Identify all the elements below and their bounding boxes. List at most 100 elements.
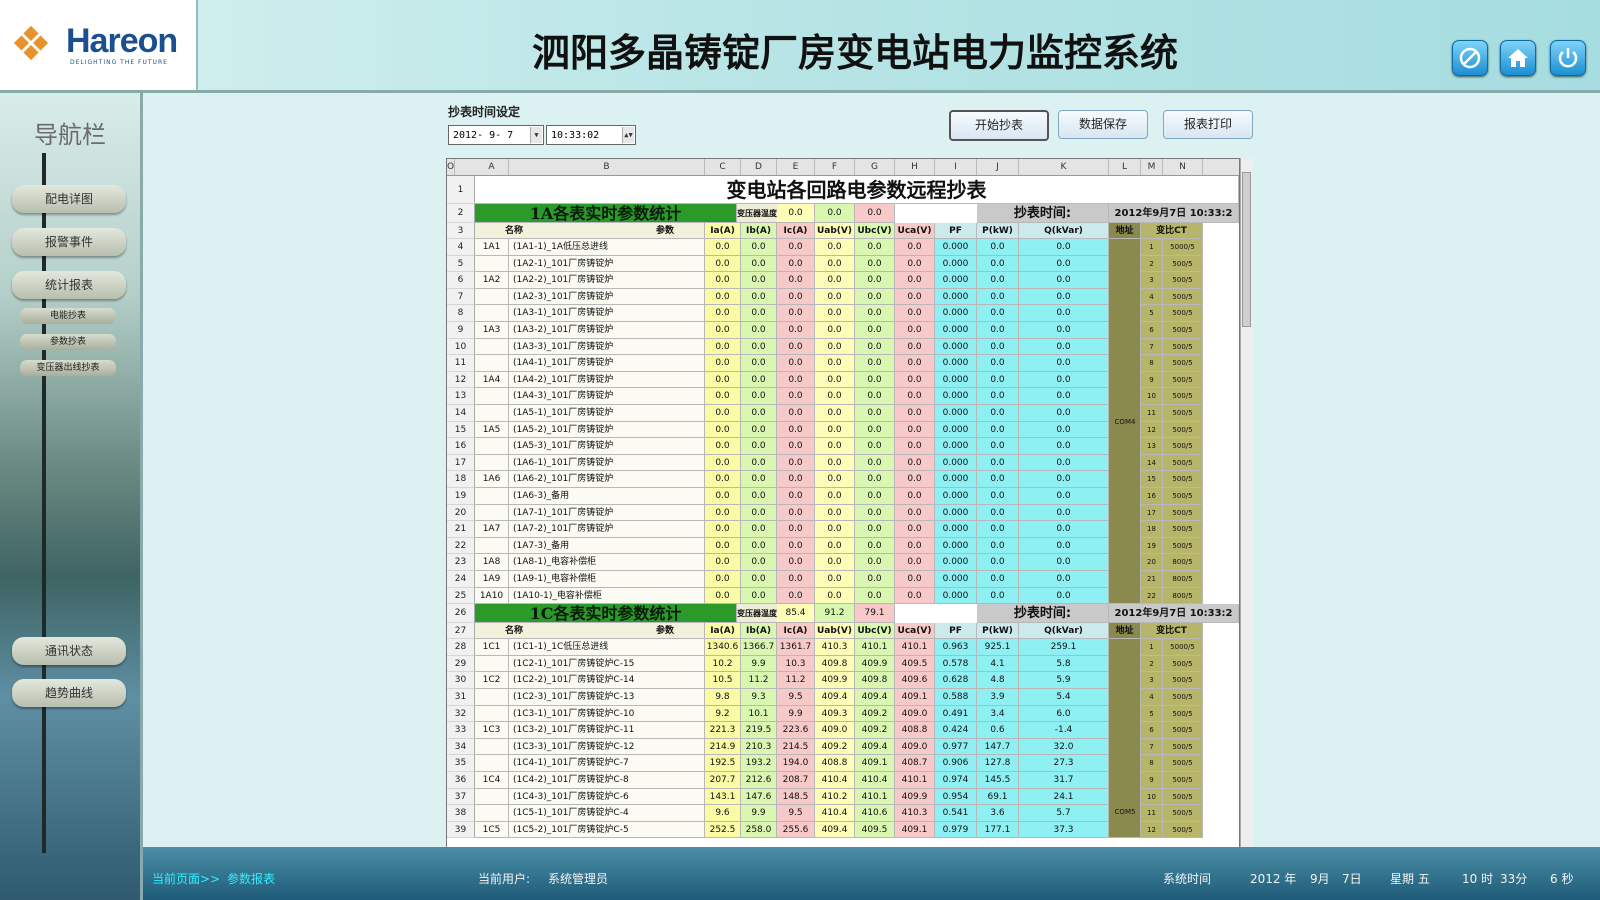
value-cell[interactable]: 259.1 bbox=[1019, 639, 1109, 656]
stop-icon[interactable] bbox=[1452, 40, 1488, 76]
row-number[interactable]: 21 bbox=[447, 521, 475, 538]
value-cell[interactable]: 0.0 bbox=[815, 388, 855, 405]
value-cell[interactable]: 0.0 bbox=[977, 504, 1019, 522]
value-cell[interactable]: 0.000 bbox=[935, 371, 977, 389]
value-cell[interactable]: 0.0 bbox=[705, 272, 741, 289]
value-cell[interactable]: 0.0 bbox=[705, 305, 741, 322]
value-cell[interactable]: 0.0 bbox=[1019, 454, 1109, 472]
nav-comm-status[interactable]: 通讯状态 bbox=[12, 637, 126, 665]
value-cell[interactable]: 0.0 bbox=[977, 471, 1019, 488]
value-cell[interactable]: 0.0 bbox=[1019, 288, 1109, 306]
row-number[interactable]: 22 bbox=[447, 537, 475, 555]
value-cell[interactable]: 0.0 bbox=[1019, 421, 1109, 439]
value-cell[interactable]: 0.0 bbox=[1019, 388, 1109, 405]
value-cell[interactable]: 0.0 bbox=[1019, 571, 1109, 588]
value-cell[interactable]: 10.1 bbox=[741, 705, 777, 723]
value-cell[interactable]: 9.5 bbox=[777, 689, 815, 706]
value-cell[interactable]: 0.0 bbox=[741, 272, 777, 289]
value-cell[interactable]: 0.0 bbox=[705, 554, 741, 571]
value-cell[interactable]: 0.0 bbox=[977, 521, 1019, 538]
value-cell[interactable]: 0.0 bbox=[777, 421, 815, 439]
value-cell[interactable]: 409.0 bbox=[895, 705, 935, 723]
value-cell[interactable]: 24.1 bbox=[1019, 788, 1109, 806]
value-cell[interactable]: 0.0 bbox=[895, 521, 935, 538]
value-cell[interactable]: 0.979 bbox=[935, 821, 977, 839]
value-cell[interactable]: 0.0 bbox=[977, 405, 1019, 422]
row-number[interactable]: 31 bbox=[447, 689, 475, 706]
value-cell[interactable]: 0.0 bbox=[895, 338, 935, 356]
row-number[interactable]: 25 bbox=[447, 587, 475, 605]
value-cell[interactable]: 0.0 bbox=[777, 554, 815, 571]
value-cell[interactable]: 410.4 bbox=[815, 772, 855, 789]
value-cell[interactable]: 0.0 bbox=[705, 504, 741, 522]
value-cell[interactable]: -1.4 bbox=[1019, 722, 1109, 739]
value-cell[interactable]: 0.0 bbox=[741, 421, 777, 439]
row-number[interactable]: 23 bbox=[447, 554, 475, 571]
value-cell[interactable]: 0.974 bbox=[935, 772, 977, 789]
value-cell[interactable]: 0.000 bbox=[935, 388, 977, 405]
nav-statistics-report[interactable]: 统计报表 bbox=[12, 271, 126, 299]
value-cell[interactable]: 409.9 bbox=[895, 788, 935, 806]
value-cell[interactable]: 0.0 bbox=[855, 388, 895, 405]
value-cell[interactable]: 0.628 bbox=[935, 672, 977, 689]
value-cell[interactable]: 409.9 bbox=[855, 655, 895, 673]
value-cell[interactable]: 0.0 bbox=[741, 255, 777, 273]
value-cell[interactable]: 0.0 bbox=[777, 305, 815, 322]
value-cell[interactable]: 0.0 bbox=[741, 521, 777, 538]
value-cell[interactable]: 31.7 bbox=[1019, 772, 1109, 789]
value-cell[interactable]: 0.6 bbox=[977, 722, 1019, 739]
value-cell[interactable]: 0.0 bbox=[895, 488, 935, 505]
value-cell[interactable]: 0.0 bbox=[895, 355, 935, 372]
value-cell[interactable]: 0.0 bbox=[815, 521, 855, 538]
value-cell[interactable]: 0.0 bbox=[815, 454, 855, 472]
value-cell[interactable]: 409.4 bbox=[815, 821, 855, 839]
home-icon[interactable] bbox=[1500, 40, 1536, 76]
value-cell[interactable]: 0.0 bbox=[1019, 554, 1109, 571]
value-cell[interactable]: 0.0 bbox=[741, 355, 777, 372]
value-cell[interactable]: 147.6 bbox=[741, 788, 777, 806]
value-cell[interactable]: 0.0 bbox=[895, 587, 935, 605]
value-cell[interactable]: 223.6 bbox=[777, 722, 815, 739]
value-cell[interactable]: 9.9 bbox=[777, 705, 815, 723]
value-cell[interactable]: 0.0 bbox=[741, 554, 777, 571]
value-cell[interactable]: 0.000 bbox=[935, 537, 977, 555]
value-cell[interactable]: 0.000 bbox=[935, 239, 977, 256]
row-number[interactable]: 30 bbox=[447, 672, 475, 689]
value-cell[interactable]: 0.0 bbox=[815, 255, 855, 273]
row-number[interactable]: 20 bbox=[447, 504, 475, 522]
value-cell[interactable]: 409.9 bbox=[815, 672, 855, 689]
value-cell[interactable]: 143.1 bbox=[705, 788, 741, 806]
value-cell[interactable]: 0.0 bbox=[815, 355, 855, 372]
value-cell[interactable]: 0.0 bbox=[815, 571, 855, 588]
chevron-down-icon[interactable]: ▼ bbox=[530, 127, 542, 143]
power-icon[interactable] bbox=[1550, 40, 1586, 76]
value-cell[interactable]: 410.2 bbox=[815, 788, 855, 806]
value-cell[interactable]: 145.5 bbox=[977, 772, 1019, 789]
value-cell[interactable]: 0.0 bbox=[1019, 255, 1109, 273]
row-number[interactable]: 34 bbox=[447, 738, 475, 756]
value-cell[interactable]: 0.000 bbox=[935, 554, 977, 571]
value-cell[interactable]: 0.0 bbox=[1019, 521, 1109, 538]
row-number[interactable]: 27 bbox=[447, 623, 475, 640]
value-cell[interactable]: 0.000 bbox=[935, 521, 977, 538]
value-cell[interactable]: 207.7 bbox=[705, 772, 741, 789]
value-cell[interactable]: 409.2 bbox=[815, 738, 855, 756]
value-cell[interactable]: 0.000 bbox=[935, 471, 977, 488]
value-cell[interactable]: 0.0 bbox=[895, 322, 935, 339]
value-cell[interactable]: 0.0 bbox=[705, 421, 741, 439]
value-cell[interactable]: 408.7 bbox=[895, 755, 935, 772]
value-cell[interactable]: 0.0 bbox=[1019, 371, 1109, 389]
value-cell[interactable]: 0.0 bbox=[977, 388, 1019, 405]
print-report-button[interactable]: 报表打印 bbox=[1163, 110, 1253, 139]
value-cell[interactable]: 0.0 bbox=[741, 454, 777, 472]
value-cell[interactable]: 0.0 bbox=[1019, 504, 1109, 522]
save-data-button[interactable]: 数据保存 bbox=[1058, 110, 1148, 139]
value-cell[interactable]: 0.0 bbox=[777, 537, 815, 555]
value-cell[interactable]: 0.0 bbox=[815, 587, 855, 605]
value-cell[interactable]: 193.2 bbox=[741, 755, 777, 772]
column-header[interactable]: M bbox=[1141, 159, 1163, 175]
value-cell[interactable]: 0.0 bbox=[777, 371, 815, 389]
row-number[interactable]: 9 bbox=[447, 322, 475, 339]
value-cell[interactable]: 0.0 bbox=[855, 438, 895, 455]
value-cell[interactable]: 0.0 bbox=[815, 272, 855, 289]
